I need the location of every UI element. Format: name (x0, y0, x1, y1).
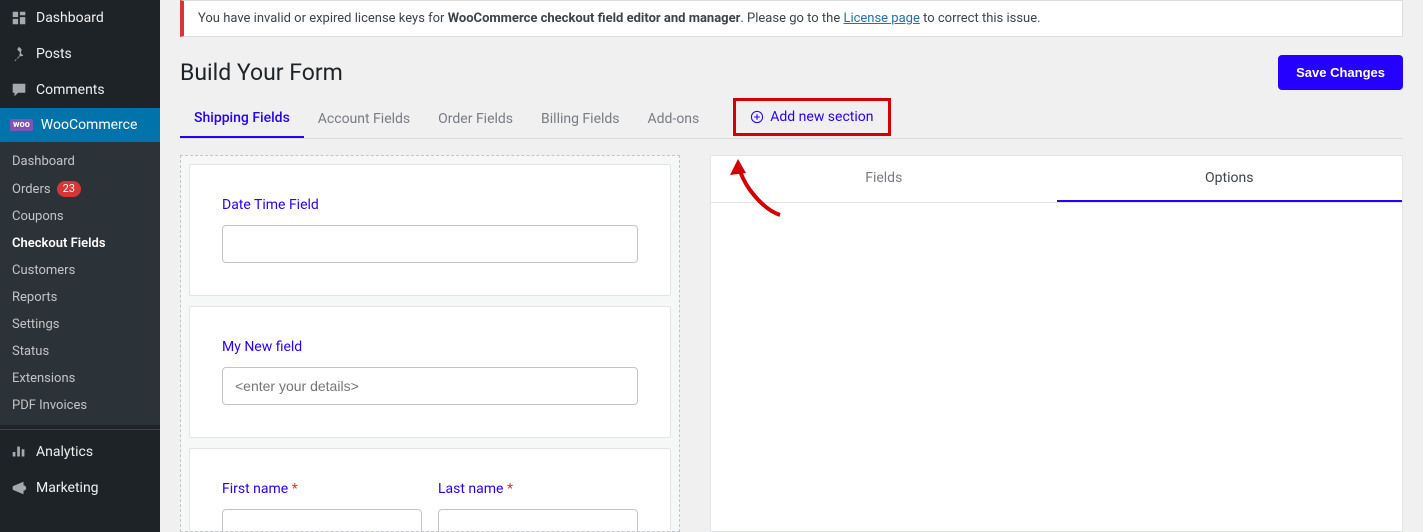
sub-orders[interactable]: Orders 23 (0, 175, 160, 203)
sidebar-posts-label: Posts (36, 46, 72, 62)
page-title: Build Your Form (180, 59, 343, 86)
save-changes-button[interactable]: Save Changes (1278, 55, 1403, 90)
mynew-input[interactable] (222, 367, 638, 405)
sidebar-analytics-label: Analytics (36, 444, 93, 460)
pin-icon (10, 45, 28, 63)
add-section-label: Add new section (770, 109, 873, 125)
sub-reports[interactable]: Reports (0, 284, 160, 311)
license-page-link[interactable]: License page (843, 11, 919, 26)
dashboard-icon (10, 9, 28, 27)
field-card-name-row[interactable]: First name * Last name * (189, 448, 671, 532)
field-label: My New field (222, 339, 638, 355)
header-row: Build Your Form Save Changes (180, 55, 1403, 90)
sub-checkout-fields[interactable]: Checkout Fields (0, 230, 160, 257)
sidebar-item-analytics[interactable]: Analytics (0, 434, 160, 470)
license-notice: You have invalid or expired license keys… (180, 0, 1403, 37)
sidebar-item-woocommerce[interactable]: woo WooCommerce (0, 108, 160, 142)
sidebar-item-comments[interactable]: Comments (0, 72, 160, 108)
firstname-input[interactable] (222, 509, 422, 532)
sidebar-divider (0, 429, 160, 430)
tab-billing-fields[interactable]: Billing Fields (527, 101, 634, 137)
sidebar-comments-label: Comments (36, 82, 105, 98)
tab-account-fields[interactable]: Account Fields (304, 101, 424, 137)
sub-settings[interactable]: Settings (0, 311, 160, 338)
field-card-datetime[interactable]: Date Time Field (189, 164, 671, 296)
sidebar-dashboard-label: Dashboard (36, 10, 104, 26)
tab-shipping-fields[interactable]: Shipping Fields (180, 100, 304, 138)
sidebar-marketing-label: Marketing (36, 480, 99, 496)
add-new-section-button[interactable]: Add new section (733, 98, 890, 136)
orders-count-badge: 23 (57, 181, 81, 197)
sub-status[interactable]: Status (0, 338, 160, 365)
tabs-row: Shipping Fields Account Fields Order Fie… (180, 100, 1403, 139)
admin-sidebar: Dashboard Posts Comments woo WooCommerce… (0, 0, 160, 532)
sidebar-item-marketing[interactable]: Marketing (0, 470, 160, 506)
sidebar-woo-label: WooCommerce (41, 117, 138, 133)
right-tab-fields[interactable]: Fields (711, 156, 1057, 202)
plus-circle-icon (750, 110, 764, 124)
comment-icon (10, 81, 28, 99)
right-tabs: Fields Options (711, 156, 1402, 203)
analytics-icon (10, 443, 28, 461)
woo-icon: woo (10, 119, 33, 131)
content-area: Date Time Field My New field First name … (180, 155, 1403, 532)
properties-panel: Fields Options (710, 155, 1403, 532)
main-content: You have invalid or expired license keys… (160, 0, 1423, 532)
field-label: Last name * (438, 481, 638, 497)
woocommerce-submenu: Dashboard Orders 23 Coupons Checkout Fie… (0, 142, 160, 425)
form-builder-panel: Date Time Field My New field First name … (180, 155, 680, 532)
sidebar-item-dashboard[interactable]: Dashboard (0, 0, 160, 36)
datetime-input[interactable] (222, 225, 638, 263)
tab-addons[interactable]: Add-ons (634, 101, 714, 137)
field-label: Date Time Field (222, 197, 638, 213)
sub-dashboard[interactable]: Dashboard (0, 148, 160, 175)
sidebar-item-posts[interactable]: Posts (0, 36, 160, 72)
tab-order-fields[interactable]: Order Fields (424, 101, 527, 137)
sub-customers[interactable]: Customers (0, 257, 160, 284)
sub-extensions[interactable]: Extensions (0, 365, 160, 392)
field-card-mynew[interactable]: My New field (189, 306, 671, 438)
right-tab-options[interactable]: Options (1057, 156, 1403, 202)
sub-coupons[interactable]: Coupons (0, 203, 160, 230)
lastname-input[interactable] (438, 509, 638, 532)
marketing-icon (10, 479, 28, 497)
field-label: First name * (222, 481, 422, 497)
sub-pdf-invoices[interactable]: PDF Invoices (0, 392, 160, 419)
